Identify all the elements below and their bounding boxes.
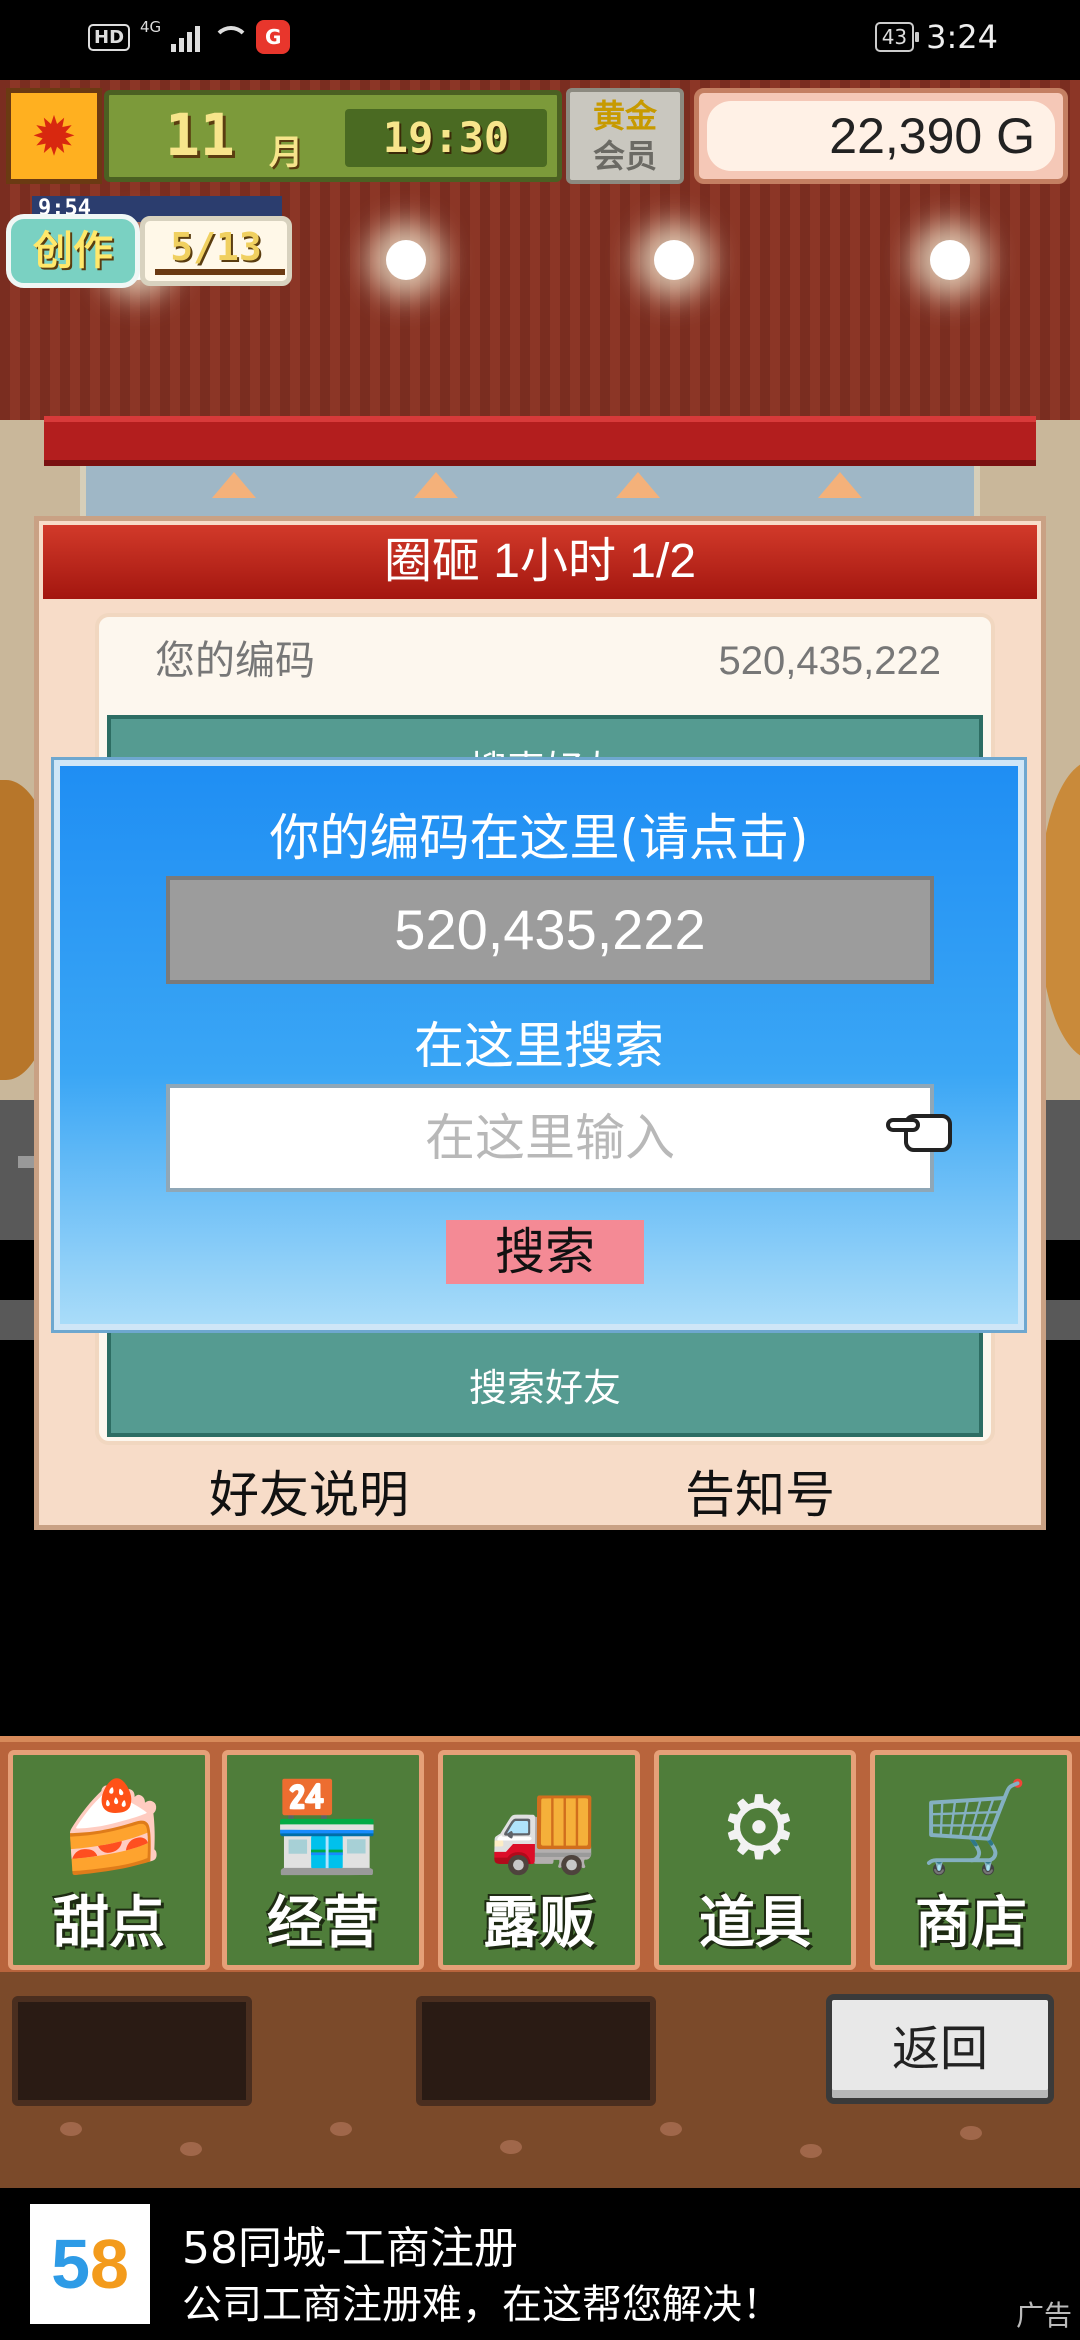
gold-member-button[interactable]: 黄金 会员 (566, 88, 684, 184)
food-truck-icon: 🚚 (488, 1775, 598, 1878)
lamp-light (386, 240, 426, 280)
search-friend-button[interactable]: 搜索好友 (111, 1357, 979, 1412)
menu-label: 商店 (915, 1891, 1027, 1956)
lamp-light (654, 240, 694, 280)
game-time: 19:30 (345, 109, 547, 167)
menu-item-items[interactable]: ⚙ 道具 (654, 1750, 856, 1970)
your-code-row: 您的编码 520,435,222 (99, 617, 991, 705)
lower-bar: 返回 (0, 1972, 1080, 2188)
battery-icon: 43 (874, 22, 920, 52)
cake-icon: 🍰 (58, 1775, 168, 1878)
money-value: 22,390 G (707, 101, 1055, 171)
empty-slot (12, 1996, 252, 2106)
network-type: 4G (140, 18, 162, 36)
decor-dot (800, 2144, 822, 2158)
ad-logo-digit-5: 5 (51, 2225, 90, 2303)
hand-finger (886, 1118, 920, 1132)
bottom-menu: 🍰 甜点 🏪 经营 🚚 露贩 ⚙ 道具 🛒 商店 (0, 1736, 1080, 1972)
decor-dot (960, 2126, 982, 2140)
creation-count-text: 5/13 (170, 225, 262, 269)
maple-leaf-icon[interactable]: ✹ (6, 88, 102, 184)
menu-item-store[interactable]: 🛒 商店 (870, 1750, 1072, 1970)
your-code-value: 520,435,222 (718, 639, 941, 683)
notice-link[interactable]: 告知号 (685, 1455, 835, 1527)
menu-label: 露贩 (483, 1891, 595, 1956)
menu-label: 经营 (267, 1891, 379, 1956)
creation-status[interactable]: 9:54 创作 5/13 (6, 196, 292, 288)
clock: 3:24 (926, 18, 998, 56)
member-line-2: 会员 (592, 137, 657, 175)
menu-item-stall[interactable]: 🚚 露贩 (438, 1750, 640, 1970)
ad-logo: 58 (30, 2204, 150, 2324)
decor-dot (330, 2122, 352, 2136)
decor-dot (500, 2140, 522, 2154)
decor-dot (660, 2122, 682, 2136)
code-prompt: 你的编码在这里(请点击) (269, 809, 809, 867)
money-panel: 22,390 G (694, 88, 1068, 184)
ad-logo-digit-8: 8 (90, 2225, 129, 2303)
menu-label: 道具 (699, 1891, 811, 1956)
menu-label: 甜点 (53, 1891, 165, 1956)
awning (44, 416, 1036, 466)
month-unit: 月 (269, 133, 303, 173)
search-prompt: 在这里搜索 (414, 1017, 664, 1075)
month-number: 11 (165, 101, 235, 169)
your-code-label: 您的编码 (155, 638, 315, 684)
awning-light (212, 472, 256, 498)
shop-icon: 🏪 (272, 1775, 382, 1878)
search-button[interactable]: 搜索 (446, 1220, 644, 1284)
awning-light (414, 472, 458, 498)
screen: HD 4G G 43 3:24 ✹ 11 月 19:30 黄金 会员 22,39… (0, 0, 1080, 2340)
search-input[interactable]: 在这里输入 (166, 1084, 934, 1192)
notification-app-icon: G (256, 20, 291, 54)
creation-label: 创作 (6, 214, 140, 288)
status-left: HD 4G G (88, 18, 291, 54)
code-copy-field[interactable]: 520,435,222 (166, 876, 934, 984)
menu-item-desserts[interactable]: 🍰 甜点 (8, 1750, 210, 1970)
awning-light (616, 472, 660, 498)
pointing-hand-icon (886, 1104, 966, 1164)
search-dialog: 你的编码在这里(请点击) 520,435,222 在这里搜索 在这里输入 搜索 (51, 757, 1027, 1333)
friend-help-link[interactable]: 好友说明 (209, 1455, 409, 1527)
status-right: 43 3:24 (874, 18, 998, 56)
decor-dot (180, 2142, 202, 2156)
status-bar: HD 4G G 43 3:24 (0, 0, 1080, 80)
back-button[interactable]: 返回 (826, 1994, 1054, 2104)
ad-tag: 广告 (1015, 2299, 1072, 2332)
creation-progress-bar (155, 269, 285, 275)
date-time-panel: 11 月 19:30 (104, 90, 562, 182)
items-bag-icon: ⚙ (719, 1775, 799, 1879)
hd-badge: HD (88, 23, 131, 51)
ad-banner[interactable]: 58 58同城-工商注册 公司工商注册难，在这帮您解决！ 广告 (0, 2188, 1080, 2340)
shopping-cart-icon: 🛒 (920, 1775, 1030, 1878)
menu-item-management[interactable]: 🏪 经营 (222, 1750, 424, 1970)
creation-count: 5/13 (140, 216, 292, 286)
empty-slot (416, 1996, 656, 2106)
member-line-1: 黄金 (592, 97, 657, 135)
wifi-icon (210, 22, 251, 52)
ad-title: 58同城-工商注册 (182, 2223, 518, 2274)
decor-dot (60, 2122, 82, 2136)
awning-light (818, 472, 862, 498)
signal-icon (171, 22, 201, 52)
panel-title: 圈砸 1小时 1/2 (43, 525, 1037, 599)
lamp-light (930, 240, 970, 280)
ad-subtitle: 公司工商注册难，在这帮您解决！ (182, 2282, 782, 2328)
tree (1040, 760, 1080, 1060)
